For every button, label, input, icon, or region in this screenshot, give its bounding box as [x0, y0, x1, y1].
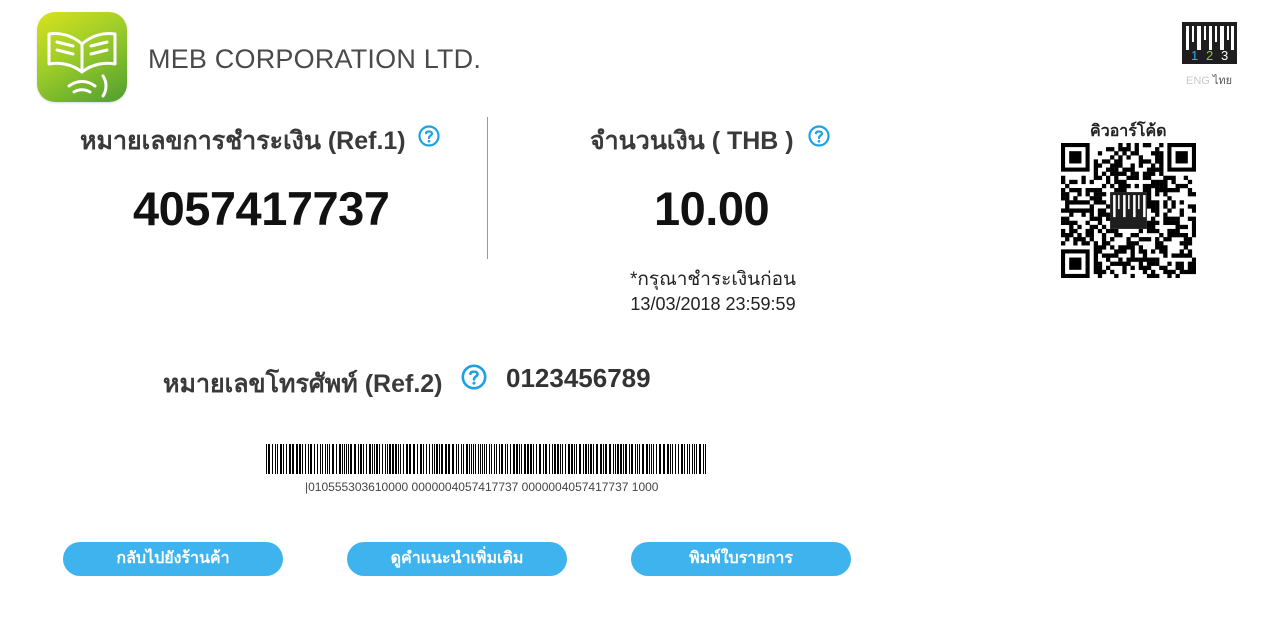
print-button[interactable]: พิมพ์ใบรายการ — [631, 542, 851, 576]
ref2-label: หมายเลขโทรศัพท์ (Ref.2) — [163, 370, 443, 398]
ref1-value: 4057417737 — [133, 182, 390, 235]
divider — [487, 117, 488, 259]
question-circle-icon[interactable] — [808, 125, 830, 147]
barcode-123-icon: 1 2 3 — [1182, 22, 1237, 64]
svg-text:2: 2 — [1206, 48, 1213, 63]
ref2-value: 0123456789 — [506, 363, 651, 393]
language-switch: ENG ไทย — [1186, 71, 1232, 89]
svg-text:3: 3 — [1221, 48, 1228, 63]
lang-thai-link[interactable]: ไทย — [1213, 75, 1232, 87]
open-book-icon — [47, 32, 117, 98]
back-to-shop-button[interactable]: กลับไปยังร้านค้า — [63, 542, 283, 576]
due-note-text: *กรุณาชำระเงินก่อน — [629, 269, 797, 290]
svg-text:1: 1 — [1191, 48, 1198, 63]
qr-code — [1061, 143, 1197, 279]
due-date: 13/03/2018 23:59:59 — [630, 294, 796, 314]
amount-label: จำนวนเงิน ( THB ) — [590, 127, 794, 155]
barcode — [266, 444, 708, 474]
company-name: MEB CORPORATION LTD. — [148, 44, 482, 74]
amount-value: 10.00 — [654, 182, 770, 235]
question-circle-icon[interactable] — [461, 364, 487, 390]
ref1-label: หมายเลขการชำระเงิน (Ref.1) — [80, 127, 406, 155]
due-note: *กรุณาชำระเงินก่อน 13/03/2018 23:59:59 — [618, 268, 808, 316]
barcode-text: |010555303610000 0000004057417737 000000… — [305, 480, 659, 494]
question-circle-icon[interactable] — [418, 125, 440, 147]
lang-eng-link[interactable]: ENG — [1186, 75, 1210, 87]
more-info-button[interactable]: ดูคำแนะนำเพิ่มเติม — [347, 542, 567, 576]
app-logo — [37, 12, 127, 102]
qr-label: คิวอาร์โค้ด — [1090, 123, 1167, 140]
